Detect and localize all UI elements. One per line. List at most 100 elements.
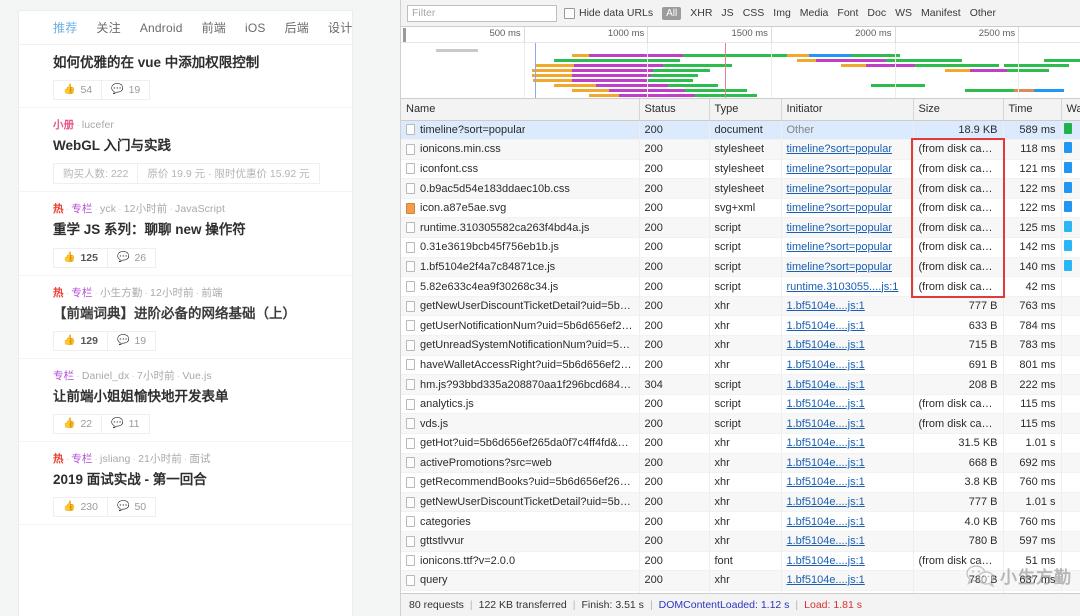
cell-name[interactable]: vds.js (401, 413, 640, 434)
table-row[interactable]: subscribe200xhr1.bf5104e....js:1780 B637… (401, 590, 1080, 593)
tab-android[interactable]: Android (140, 21, 183, 35)
table-row[interactable]: runtime.310305582ca263f4bd4a.js 200 script… (401, 217, 1080, 239)
table-row[interactable]: analytics.js 200 script 1.bf5104e....js:1 (f… (401, 394, 1080, 415)
filter-type-font[interactable]: Font (837, 7, 858, 19)
like-button[interactable]: 👍 125 (53, 247, 108, 268)
col-header-time[interactable]: Time (1003, 99, 1062, 121)
like-button[interactable]: 👍 54 (53, 80, 103, 101)
initiator-link[interactable]: 1.bf5104e....js:1 (787, 359, 865, 371)
initiator-link[interactable]: 1.bf5104e....js:1 (787, 457, 865, 469)
col-header-waterfall[interactable]: Wat (1061, 99, 1080, 121)
cell-initiator[interactable]: 1.bf5104e....js:1 (781, 315, 914, 337)
cell-name[interactable]: iconfont.css (401, 159, 640, 180)
table-row[interactable]: ionicons.ttf?v=2.0.0 200 font 1.bf5104e....… (401, 551, 1080, 572)
table-row[interactable]: icon.a87e5ae.svg 200 svg+xml timeline?sort=… (401, 198, 1080, 219)
initiator-link[interactable]: 1.bf5104e....js:1 (787, 555, 865, 567)
table-row[interactable]: hm.js?93bbd335a208870aa1f296bcd6842e5e 30… (401, 374, 1080, 395)
cell-initiator[interactable]: 1.bf5104e....js:1 (781, 472, 914, 493)
initiator-link[interactable]: 1.bf5104e....js:1 (787, 535, 865, 547)
comment-button[interactable]: 💬 19 (107, 330, 157, 351)
cell-initiator[interactable]: 1.bf5104e....js:1 (781, 355, 914, 376)
table-row[interactable]: vds.js 200 script 1.bf5104e....js:1 (from di… (401, 413, 1080, 434)
filter-type-doc[interactable]: Doc (867, 7, 886, 19)
cell-name[interactable]: ionicons.ttf?v=2.0.0 (401, 551, 640, 572)
initiator-link[interactable]: timeline?sort=popular (787, 222, 892, 234)
filter-type-manifest[interactable]: Manifest (921, 7, 961, 19)
cell-initiator[interactable]: 1.bf5104e....js:1 (781, 453, 914, 474)
cell-initiator[interactable]: 1.bf5104e....js:1 (781, 511, 914, 532)
cell-name[interactable]: activePromotions?src=web (401, 453, 640, 474)
post-title[interactable]: 2019 面试实战 - 第一回合 (53, 471, 340, 489)
table-row[interactable]: 5.82e633c4ea9f30268c34.js 200 script runtim… (401, 276, 1080, 297)
initiator-link[interactable]: 1.bf5104e....js:1 (787, 398, 865, 410)
post-title[interactable]: 让前端小姐姐愉快地开发表单 (53, 388, 340, 406)
initiator-link[interactable]: timeline?sort=popular (787, 241, 892, 253)
table-row[interactable]: 1.bf5104e2f4a7c84871ce.js 200 script timeli… (401, 257, 1080, 278)
comment-button[interactable]: 💬 19 (102, 80, 151, 101)
tab-frontend[interactable]: 前端 (202, 19, 226, 36)
cell-initiator[interactable]: 1.bf5104e....js:1 (781, 394, 914, 415)
cell-initiator[interactable]: timeline?sort=popular (781, 178, 914, 199)
table-row[interactable]: query 200 xhr 1.bf5104e....js:1 780 B 637 ms (401, 570, 1080, 591)
network-request-table-wrap[interactable]: Name Status Type Initiator Size Time Wa t… (401, 99, 1080, 593)
cell-name[interactable]: getRecommendBooks?uid=5b6d656ef265d... (401, 472, 640, 493)
feed-tab-bar[interactable]: 推荐 关注 Android 前端 iOS 后端 设计 (19, 11, 352, 45)
cell-initiator[interactable]: timeline?sort=popular (781, 139, 914, 160)
table-row[interactable]: timeline?sort=popular 200 document Other 18.… (401, 120, 1080, 141)
comment-button[interactable]: 💬 50 (107, 497, 157, 518)
cell-initiator[interactable]: 1.bf5104e....js:1 (781, 551, 914, 572)
cell-name[interactable]: ionicons.min.css (401, 139, 640, 160)
col-header-status[interactable]: Status (639, 99, 710, 121)
checkbox-box[interactable] (564, 7, 575, 19)
like-button[interactable]: 👍 129 (53, 330, 108, 351)
initiator-link[interactable]: timeline?sort=popular (787, 163, 892, 175)
filter-type-all[interactable]: All (662, 6, 682, 20)
feed-post[interactable]: 热 · 专栏 · jsliang · 21小时前 · 面试 2019 面试实战 - 第一回合 👍… (19, 442, 352, 526)
cell-initiator[interactable]: 1.bf5104e....js:1 (781, 335, 914, 356)
filter-type-ws[interactable]: WS (895, 7, 912, 19)
cell-name[interactable]: timeline?sort=popular (401, 120, 640, 141)
feed-post[interactable]: 如何优雅的在 vue 中添加权限控制 👍 54 💬 19 (19, 45, 352, 109)
filter-type-img[interactable]: Img (773, 7, 791, 19)
initiator-link[interactable]: 1.bf5104e....js:1 (787, 476, 865, 488)
cell-initiator[interactable]: timeline?sort=popular (781, 198, 914, 219)
cell-name[interactable]: 5.82e633c4ea9f30268c34.js (401, 276, 640, 297)
cell-name[interactable]: 0.31e3619bcb45f756eb1b.js (401, 237, 640, 258)
cell-initiator[interactable]: 1.bf5104e....js:1 (781, 433, 914, 454)
cell-initiator[interactable]: timeline?sort=popular (781, 217, 914, 239)
tab-backend[interactable]: 后端 (285, 19, 309, 36)
table-row[interactable]: categories 200 xhr 1.bf5104e....js:1 4.0 KB 7… (401, 511, 1080, 532)
table-row[interactable]: haveWalletAccessRight?uid=5b6d656ef265d.… (401, 355, 1080, 376)
tab-follow[interactable]: 关注 (96, 19, 120, 36)
post-title[interactable]: 重学 JS 系列：聊聊 new 操作符 (53, 221, 340, 239)
col-header-initiator[interactable]: Initiator (781, 99, 914, 121)
table-row[interactable]: iconfont.css 200 stylesheet timeline?sort=p… (401, 159, 1080, 180)
post-title[interactable]: WebGL 入门与实践 (53, 137, 340, 155)
initiator-link[interactable]: 1.bf5104e....js:1 (787, 379, 865, 391)
initiator-link[interactable]: 1.bf5104e....js:1 (787, 339, 865, 351)
cell-name[interactable]: hm.js?93bbd335a208870aa1f296bcd6842e5e (401, 374, 640, 395)
cell-name[interactable]: icon.a87e5ae.svg (401, 198, 640, 219)
feed-post[interactable]: 热 · 专栏 · yck · 12小时前 · JavaScript 重学 JS 系列：聊聊 ne… (19, 192, 352, 276)
tab-design[interactable]: 设计 (328, 19, 352, 36)
feed-post[interactable]: 热 · 专栏 · 小生方勤 · 12小时前 · 前端 【前端词典】进阶必备的网络基础（上） 👍 … (19, 276, 352, 359)
like-button[interactable]: 👍 230 (53, 497, 108, 518)
initiator-link[interactable]: timeline?sort=popular (787, 143, 892, 155)
cell-initiator[interactable]: 1.bf5104e....js:1 (781, 413, 914, 434)
cell-name[interactable]: subscribe (401, 590, 640, 593)
table-row[interactable]: activePromotions?src=web 200 xhr 1.bf5104e.… (401, 453, 1080, 474)
comment-button[interactable]: 💬 26 (107, 247, 157, 268)
table-row[interactable]: getNewUserDiscountTicketDetail?uid=5b6d.… (401, 492, 1080, 513)
table-row[interactable]: getUnreadSystemNotificationNum?uid=5b6..… (401, 335, 1080, 356)
initiator-link[interactable]: timeline?sort=popular (787, 261, 892, 273)
cell-name[interactable]: getNewUserDiscountTicketDetail?uid=5b6d.… (401, 492, 640, 513)
cell-initiator[interactable]: 1.bf5104e....js:1 (781, 492, 914, 513)
initiator-link[interactable]: 1.bf5104e....js:1 (787, 574, 865, 586)
cell-name[interactable]: getNewUserDiscountTicketDetail?uid=5b6d.… (401, 296, 640, 317)
post-title[interactable]: 如何优雅的在 vue 中添加权限控制 (53, 54, 340, 72)
cell-name[interactable]: runtime.310305582ca263f4bd4a.js (401, 217, 640, 239)
cell-initiator[interactable]: 1.bf5104e....js:1 (781, 374, 914, 395)
cell-initiator[interactable]: timeline?sort=popular (781, 237, 914, 258)
cell-initiator[interactable]: timeline?sort=popular (781, 257, 914, 278)
initiator-link[interactable]: 1.bf5104e....js:1 (787, 320, 865, 332)
